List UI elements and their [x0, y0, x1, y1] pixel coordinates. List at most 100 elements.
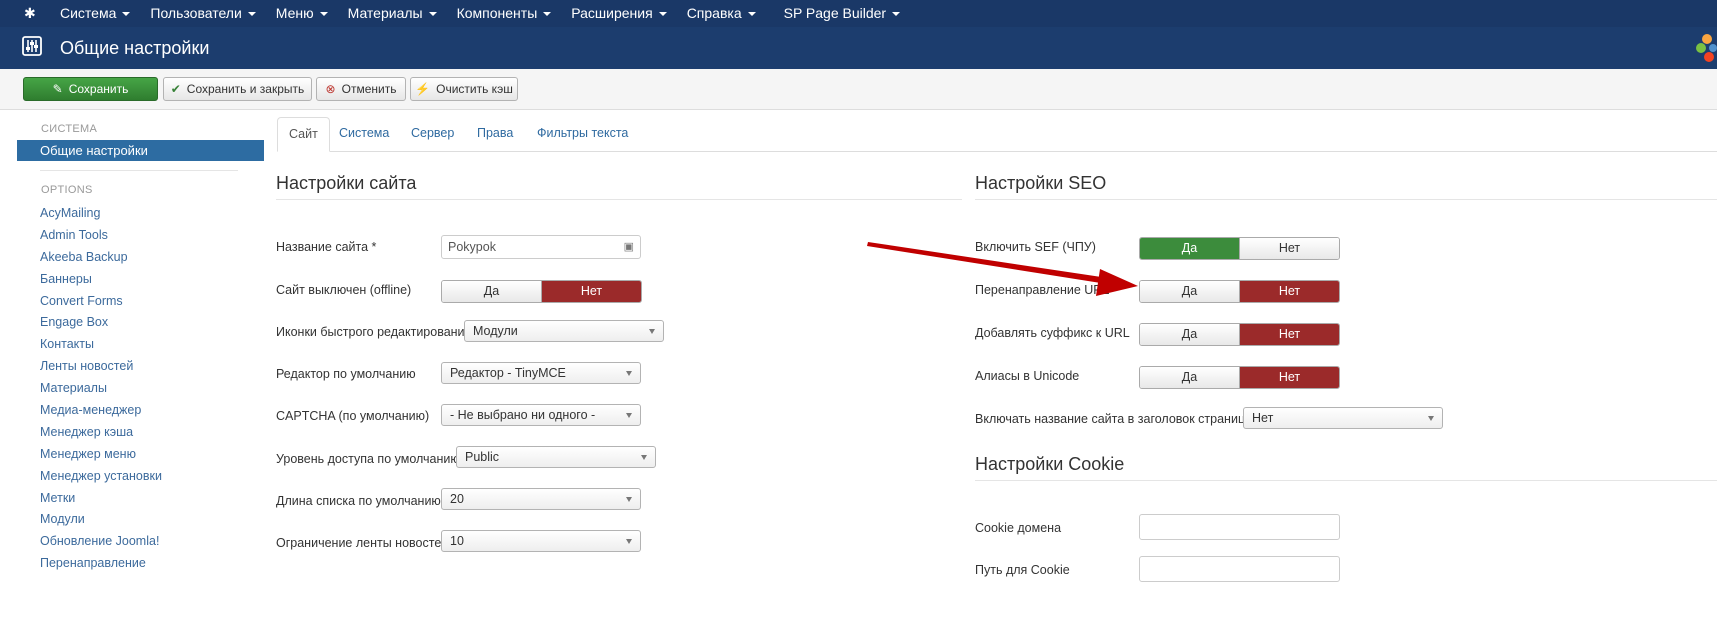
toggle-no[interactable]: Нет — [1240, 281, 1339, 302]
dropdown-arrow-icon — [1428, 416, 1434, 421]
access-label: Уровень доступа по умолчанию — [276, 452, 460, 466]
quickedit-value: Модули — [473, 324, 518, 338]
cancel-label: Отменить — [341, 82, 397, 96]
toggle-no[interactable]: Нет — [1240, 238, 1339, 259]
editor-select[interactable]: Редактор - TinyMCE — [441, 362, 641, 384]
toggle-yes[interactable]: Да — [442, 281, 541, 302]
broom-icon: ⚡ — [415, 82, 431, 96]
clear-cache-button[interactable]: ⚡ Очистить кэш — [410, 77, 518, 101]
site-settings-title: Настройки сайта — [276, 173, 417, 193]
sidebar-item[interactable]: Менеджер кэша — [40, 422, 162, 444]
caret-down-icon — [658, 12, 667, 17]
cancel-button[interactable]: ⊗ Отменить — [316, 77, 406, 101]
list-length-label: Длина списка по умолчанию — [276, 494, 441, 508]
sidebar-options-list: AcyMailing Admin Tools Akeeba Backup Бан… — [40, 203, 162, 575]
sidebar-item[interactable]: Перенаправление — [40, 553, 162, 575]
menu-components[interactable]: Компоненты — [457, 0, 552, 27]
captcha-label: CAPTCHA (по умолчанию) — [276, 409, 430, 423]
unicode-aliases-toggle[interactable]: Да Нет — [1139, 366, 1340, 389]
save-button[interactable]: ✎ Сохранить — [23, 77, 158, 101]
sidebar-item[interactable]: Akeeba Backup — [40, 247, 162, 269]
sidebar-item[interactable]: Менеджер установки — [40, 466, 162, 488]
dropdown-arrow-icon — [626, 371, 632, 376]
sidebar-heading-system: СИСТЕМА — [41, 123, 98, 135]
sidebar-item[interactable]: Метки — [40, 488, 162, 510]
toolbar: ✎ Сохранить ✔ Сохранить и закрыть ⊗ Отменит… — [0, 69, 1717, 110]
sidebar-item[interactable]: Контакты — [40, 334, 162, 356]
menu-sp-page-builder[interactable]: SP Page Builder — [783, 0, 901, 27]
menu-menus[interactable]: Меню — [276, 0, 328, 27]
access-value: Public — [465, 450, 500, 464]
toggle-no[interactable]: Нет — [1240, 324, 1339, 345]
list-length-select[interactable]: 20 — [441, 488, 641, 510]
joomla-icon[interactable]: ✱ — [24, 5, 40, 21]
captcha-select[interactable]: - Не выбрано ни одного - — [441, 404, 641, 426]
list-length-value: 20 — [450, 492, 464, 506]
quickedit-label: Иконки быстрого редактирования — [276, 325, 472, 339]
tab-server[interactable]: Сервер — [411, 117, 454, 150]
sidebar-item[interactable]: Ленты новостей — [40, 356, 162, 378]
joomla-logo-icon — [1696, 34, 1717, 62]
tab-system[interactable]: Система — [339, 117, 389, 150]
site-name-input[interactable]: Pokypok ▣ — [441, 235, 641, 259]
sitename-in-title-select[interactable]: Нет — [1243, 407, 1443, 429]
feed-limit-select[interactable]: 10 — [441, 530, 641, 552]
sidebar-item[interactable]: Модули — [40, 509, 162, 531]
main-menu: Система Пользователи Меню Материалы Комп… — [60, 0, 920, 27]
toggle-no[interactable]: Нет — [1240, 367, 1339, 388]
menu-label: Материалы — [347, 5, 423, 21]
menu-label: Меню — [275, 5, 314, 21]
menu-content[interactable]: Материалы — [348, 0, 437, 27]
save-close-button[interactable]: ✔ Сохранить и закрыть — [163, 77, 312, 101]
sidebar-item[interactable]: Медиа-менеджер — [40, 400, 162, 422]
site-offline-label: Сайт выключен (offline) — [276, 283, 412, 297]
sidebar-item[interactable]: Обновление Joomla! — [40, 531, 162, 553]
tab-site[interactable]: Сайт — [277, 117, 330, 152]
page-title: Общие настройки — [60, 38, 210, 58]
cookie-path-label: Путь для Cookie — [975, 563, 1070, 577]
sidebar-item[interactable]: AcyMailing — [40, 203, 162, 225]
quickedit-select[interactable]: Модули — [464, 320, 664, 342]
site-offline-toggle[interactable]: Да Нет — [441, 280, 642, 303]
section-divider — [276, 199, 962, 200]
url-rewrite-toggle[interactable]: Да Нет — [1139, 280, 1340, 303]
config-tabs: Сайт Система Сервер Права Фильтры текста — [277, 117, 1717, 152]
menu-label: SP Page Builder — [783, 5, 887, 21]
toggle-no[interactable]: Нет — [542, 281, 641, 302]
toggle-yes[interactable]: Да — [1140, 238, 1239, 259]
contact-card-icon: ▣ — [623, 241, 634, 253]
sidebar-item[interactable]: Материалы — [40, 378, 162, 400]
sidebar-item[interactable]: Баннеры — [40, 269, 162, 291]
cookie-domain-input[interactable] — [1139, 514, 1340, 540]
toggle-yes[interactable]: Да — [1140, 367, 1239, 388]
sidebar-item[interactable]: Convert Forms — [40, 291, 162, 313]
clear-cache-label: Очистить кэш — [436, 82, 513, 96]
sef-toggle[interactable]: Да Нет — [1139, 237, 1340, 260]
url-suffix-label: Добавлять суффикс к URL — [975, 326, 1130, 340]
page-header: Общие настройки — [0, 27, 1717, 69]
sidebar-item-global-config[interactable]: Общие настройки — [17, 140, 264, 161]
sidebar-item[interactable]: Менеджер меню — [40, 444, 162, 466]
cookie-path-input[interactable] — [1139, 556, 1340, 582]
menu-label: Система — [60, 5, 117, 21]
caret-down-icon — [543, 12, 552, 17]
editor-label: Редактор по умолчанию — [276, 367, 416, 381]
caret-down-icon — [747, 12, 756, 17]
sidebar-item[interactable]: Admin Tools — [40, 225, 162, 247]
menu-system[interactable]: Система — [60, 0, 131, 27]
caret-down-icon — [428, 12, 437, 17]
dropdown-arrow-icon — [626, 497, 632, 502]
toggle-yes[interactable]: Да — [1140, 324, 1239, 345]
menu-help[interactable]: Справка — [687, 0, 756, 27]
menu-users[interactable]: Пользователи — [150, 0, 256, 27]
url-rewrite-label: Перенаправление URL — [975, 283, 1110, 297]
toggle-yes[interactable]: Да — [1140, 281, 1239, 302]
dropdown-arrow-icon — [626, 413, 632, 418]
url-suffix-toggle[interactable]: Да Нет — [1139, 323, 1340, 346]
tab-text-filters[interactable]: Фильтры текста — [537, 117, 628, 150]
menu-label: Расширения — [571, 5, 653, 21]
menu-extensions[interactable]: Расширения — [571, 0, 667, 27]
sidebar-item[interactable]: Engage Box — [40, 312, 162, 334]
access-select[interactable]: Public — [456, 446, 656, 468]
tab-permissions[interactable]: Права — [477, 117, 513, 150]
